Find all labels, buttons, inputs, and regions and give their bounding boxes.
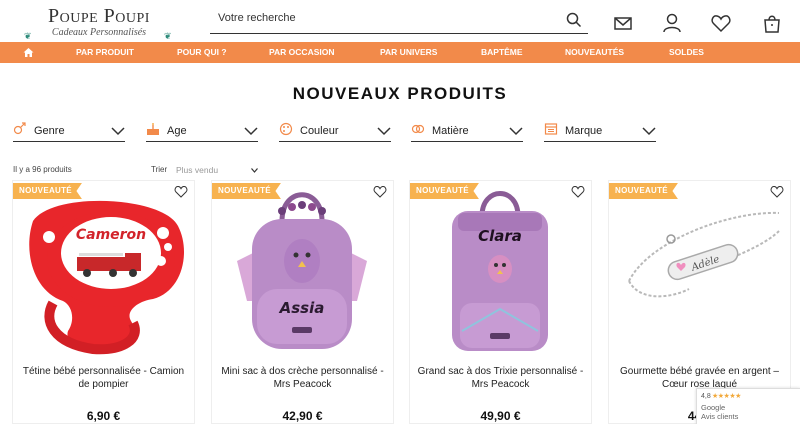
product-image[interactable]: Cameron NOUVEAUTÉ xyxy=(13,181,194,356)
sort-select[interactable]: Plus vendu xyxy=(176,163,258,177)
product-card[interactable]: Cameron NOUVEAUTÉ Tétine bébé personnali… xyxy=(12,180,195,424)
page-title: NOUVEAUX PRODUITS xyxy=(292,84,508,103)
filter-label: Matière xyxy=(432,125,469,137)
chevron-down-icon xyxy=(377,127,391,136)
logo-title: Poupe Poupi xyxy=(48,5,150,27)
wishlist-icon[interactable] xyxy=(710,12,732,34)
product-image[interactable]: Clara NOUVEAUTÉ xyxy=(410,181,591,356)
new-badge: NOUVEAUTÉ xyxy=(609,183,678,199)
search-icon[interactable] xyxy=(566,12,582,28)
product-name[interactable]: Tétine bébé personnalisée - Camion de po… xyxy=(17,366,190,391)
bracelet-image: Adèle xyxy=(628,211,780,298)
filter-marque[interactable]: Marque xyxy=(544,122,656,142)
chevron-down-icon xyxy=(111,127,125,136)
embroidered-text: Assia xyxy=(279,299,325,317)
wishlist-heart-icon[interactable] xyxy=(571,185,585,198)
fabric-icon xyxy=(411,124,425,134)
wishlist-heart-icon[interactable] xyxy=(174,185,188,198)
home-icon[interactable] xyxy=(23,47,34,58)
new-badge: NOUVEAUTÉ xyxy=(212,183,281,199)
wishlist-heart-icon[interactable] xyxy=(373,185,387,198)
leaf-right-icon: ❦ xyxy=(164,31,172,41)
filter-label: Marque xyxy=(565,125,603,137)
google-sub: Avis clients xyxy=(701,412,739,421)
product-card[interactable]: Assia NOUVEAUTÉ Mini sac à dos crèche pe… xyxy=(211,180,394,424)
engraved-text: Cameron xyxy=(76,227,146,243)
new-badge: NOUVEAUTÉ xyxy=(410,183,479,199)
nav-item-soldes[interactable]: SOLDES xyxy=(669,42,704,63)
nav-item-bapteme[interactable]: BAPTÊME xyxy=(481,42,523,63)
product-price: 49,90 € xyxy=(480,409,521,423)
product-card[interactable]: Clara NOUVEAUTÉ Grand sac à dos Trixie p… xyxy=(409,180,592,424)
filter-label: Couleur xyxy=(300,125,339,137)
cart-icon[interactable] xyxy=(761,12,783,34)
cake-icon xyxy=(147,123,159,135)
leaf-left-icon: ❦ xyxy=(24,31,32,41)
filter-genre[interactable]: Genre xyxy=(13,122,125,142)
embroidered-text: Clara xyxy=(478,227,522,245)
product-price: 42,90 € xyxy=(282,409,323,423)
account-icon[interactable] xyxy=(661,12,683,34)
new-badge: NOUVEAUTÉ xyxy=(13,183,82,199)
nav-item-par-produit[interactable]: PAR PRODUIT xyxy=(76,42,134,63)
gender-icon xyxy=(13,122,26,135)
product-image[interactable]: Assia NOUVEAUTÉ xyxy=(212,181,393,356)
main-nav: PAR PRODUIT POUR QUI ? PAR OCCASION PAR … xyxy=(0,42,800,63)
product-price: 6,90 € xyxy=(86,409,121,423)
google-reviews-badge[interactable]: 4,8 ★★★★★ Google Avis clients xyxy=(696,388,800,424)
chevron-down-icon xyxy=(251,168,258,173)
filter-couleur[interactable]: Couleur xyxy=(279,122,391,142)
backpack-image: Clara xyxy=(452,191,548,351)
nav-item-pour-qui[interactable]: POUR QUI ? xyxy=(177,42,227,63)
product-image[interactable]: Adèle NOUVEAUTÉ xyxy=(609,181,790,356)
brand-icon xyxy=(544,123,558,135)
filter-matiere[interactable]: Matière xyxy=(411,122,523,142)
header: Poupe Poupi Cadeaux Personnalisés ❦ ❦ xyxy=(0,0,800,42)
logo[interactable]: Poupe Poupi Cadeaux Personnalisés ❦ ❦ xyxy=(24,5,174,41)
search-bar xyxy=(210,8,588,34)
filter-label: Genre xyxy=(34,125,65,137)
backpack-image: Assia xyxy=(237,192,367,349)
filter-label: Age xyxy=(167,125,187,137)
sort-label: Trier xyxy=(151,165,168,174)
product-name[interactable]: Mini sac à dos crèche personnalisé - Mrs… xyxy=(216,366,389,391)
rating-stars-icon: ★★★★★ xyxy=(712,393,741,400)
nav-item-nouveautes[interactable]: NOUVEAUTÉS xyxy=(565,42,624,63)
search-input[interactable] xyxy=(218,12,558,24)
google-rating: 4,8 xyxy=(701,393,711,400)
product-count: Il y a 96 produits xyxy=(13,165,72,174)
google-name: Google xyxy=(701,403,726,412)
palette-icon xyxy=(279,122,293,136)
nav-item-par-univers[interactable]: PAR UNIVERS xyxy=(380,42,437,63)
product-name[interactable]: Grand sac à dos Trixie personnalisé - Mr… xyxy=(414,366,587,391)
mail-icon[interactable] xyxy=(612,12,634,34)
pacifier-image: Cameron xyxy=(29,200,185,355)
chevron-down-icon xyxy=(509,127,523,136)
chevron-down-icon xyxy=(642,127,656,136)
filter-age[interactable]: Age xyxy=(146,122,258,142)
sort-value: Plus vendu xyxy=(176,165,219,175)
wishlist-heart-icon[interactable] xyxy=(770,185,784,198)
chevron-down-icon xyxy=(244,127,258,136)
nav-item-par-occasion[interactable]: PAR OCCASION xyxy=(269,42,335,63)
logo-subtitle: Cadeaux Personnalisés xyxy=(51,27,147,38)
